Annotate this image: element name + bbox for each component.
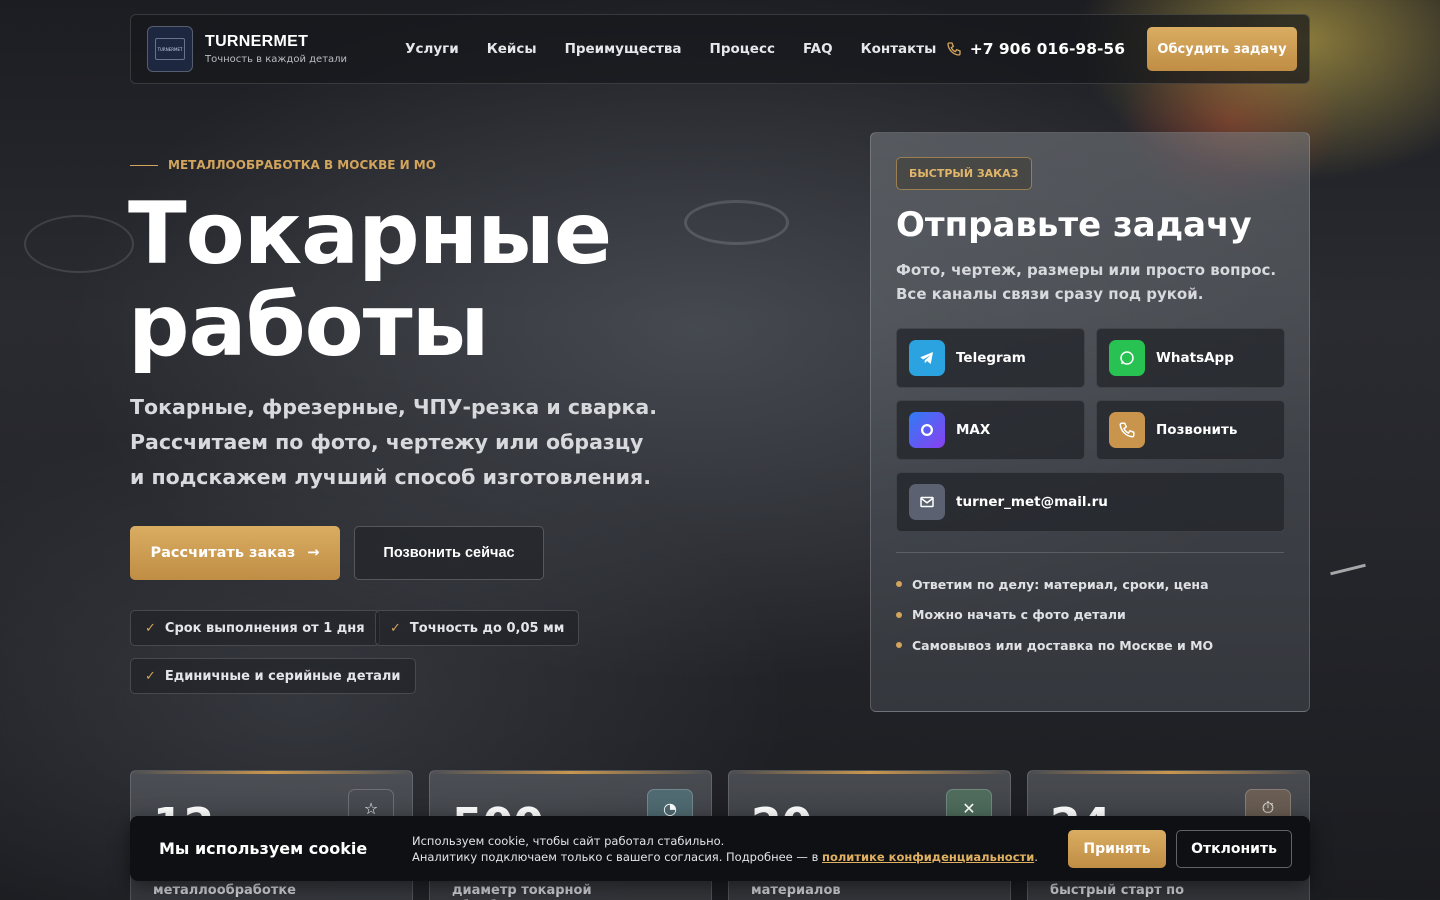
- call-now-button[interactable]: Позвонить сейчас: [354, 526, 544, 580]
- stat-label: металлообработке: [153, 883, 296, 898]
- cookie-text-line2-lead: Аналитику подключаем только с вашего сог…: [412, 849, 819, 864]
- nav-advantages[interactable]: Преимущества: [565, 41, 682, 57]
- eyebrow-text: МЕТАЛЛООБРАБОТКА В МОСКВЕ И МО: [168, 158, 436, 172]
- hero-title: Токарные работы: [128, 184, 612, 376]
- phone-number: +7 906 016-98-56: [969, 40, 1125, 58]
- cookie-text: Используем cookie, чтобы сайт работал ст…: [412, 833, 1052, 865]
- header-phone[interactable]: +7 906 016-98-56: [946, 40, 1125, 58]
- quick-order-card: БЫСТРЫЙ ЗАКАЗ Отправьте задачу Фото, чер…: [870, 132, 1310, 712]
- contact-label: Telegram: [956, 350, 1026, 366]
- email-address: turner_met@mail.ru: [956, 494, 1108, 510]
- background-ring: [24, 215, 134, 273]
- nav-process[interactable]: Процесс: [710, 41, 775, 57]
- stat-accent-line: [131, 771, 412, 774]
- phone-icon: [947, 42, 961, 56]
- arrow-right-icon: →: [307, 545, 320, 561]
- discuss-task-button[interactable]: Обсудить задачу: [1147, 27, 1297, 71]
- contact-grid: Telegram WhatsApp MAX Позвонить turner_m…: [896, 328, 1285, 532]
- mail-icon: [909, 484, 945, 520]
- chip-label: Единичные и серийные детали: [164, 668, 401, 684]
- bullet-dot: [896, 642, 902, 649]
- nav-faq[interactable]: FAQ: [803, 41, 833, 57]
- max-icon: [909, 412, 945, 448]
- decline-cookie-button[interactable]: Отклонить: [1176, 829, 1292, 868]
- quick-order-description: Фото, чертеж, размеры или просто вопрос.…: [896, 261, 1277, 303]
- check-icon: ✓: [145, 620, 156, 636]
- contact-telegram[interactable]: Telegram: [896, 328, 1085, 388]
- stat-accent-line: [430, 771, 711, 774]
- eyebrow-line: [130, 164, 158, 166]
- brand: TURNERMET Точность в каждой детали: [205, 33, 347, 65]
- bullet-text: Можно начать с фото детали: [912, 607, 1126, 623]
- feature-chip: ✓ Срок выполнения от 1 дня: [130, 610, 380, 646]
- feature-chip: ✓ Точность до 0,05 мм: [375, 610, 580, 646]
- contact-whatsapp[interactable]: WhatsApp: [1096, 328, 1285, 388]
- check-icon: ✓: [145, 668, 156, 684]
- logo[interactable]: TURNERMET: [147, 26, 193, 72]
- check-icon: ✓: [390, 620, 401, 636]
- card-divider: [896, 552, 1284, 553]
- bullet-text: Самовывоз или доставка по Москве и МО: [912, 637, 1214, 653]
- stat-label: быстрый старт по срочным задачам: [1050, 883, 1185, 900]
- phone-icon: [1109, 412, 1145, 448]
- contact-max[interactable]: MAX: [896, 400, 1085, 460]
- whatsapp-icon: [1109, 340, 1145, 376]
- list-item: Можно начать с фото детали: [896, 600, 1284, 631]
- calculate-order-label: Рассчитать заказ: [150, 545, 296, 561]
- logo-mark: TURNERMET: [155, 38, 185, 60]
- hero-subtitle: Токарные, фрезерные, ЧПУ-резка и сварка.…: [130, 395, 658, 489]
- contact-email[interactable]: turner_met@mail.ru: [896, 472, 1285, 532]
- telegram-icon: [909, 340, 945, 376]
- stat-label: диаметр токарной обработки: [452, 883, 592, 900]
- contact-label: Позвонить: [1156, 422, 1238, 438]
- hero-title-line1: Токарные: [128, 184, 612, 284]
- cookie-text-line1: Используем cookie, чтобы сайт работал ст…: [412, 833, 725, 848]
- nav-services[interactable]: Услуги: [405, 41, 459, 57]
- cookie-title: Мы используем cookie: [159, 839, 368, 858]
- list-item: Ответим по делу: материал, сроки, цена: [896, 569, 1284, 600]
- cookie-text-line2: Аналитику подключаем только с вашего сог…: [412, 849, 1038, 864]
- main-nav: Услуги Кейсы Преимущества Процесс FAQ Ко…: [405, 41, 936, 57]
- contact-call[interactable]: Позвонить: [1096, 400, 1285, 460]
- quick-order-bullets: Ответим по делу: материал, сроки, цена М…: [896, 569, 1284, 661]
- background-streak: [1330, 563, 1366, 576]
- contact-label: MAX: [956, 422, 991, 438]
- hero-title-line2: работы: [128, 276, 489, 376]
- calculate-order-button[interactable]: Рассчитать заказ →: [130, 526, 340, 580]
- bullet-dot: [896, 581, 902, 588]
- quick-order-title: Отправьте задачу: [896, 205, 1252, 245]
- cookie-banner: Мы используем cookie Используем cookie, …: [130, 816, 1310, 881]
- hero-eyebrow: МЕТАЛЛООБРАБОТКА В МОСКВЕ И МО: [130, 158, 436, 172]
- nav-cases[interactable]: Кейсы: [487, 41, 537, 57]
- accept-cookie-button[interactable]: Принять: [1068, 829, 1166, 868]
- quick-order-badge: БЫСТРЫЙ ЗАКАЗ: [896, 157, 1032, 190]
- bullet-text: Ответим по делу: материал, сроки, цена: [912, 576, 1209, 592]
- list-item: Самовывоз или доставка по Москве и МО: [896, 630, 1284, 661]
- bullet-dot: [896, 611, 902, 618]
- chip-label: Точность до 0,05 мм: [409, 620, 565, 636]
- nav-contacts[interactable]: Контакты: [861, 41, 937, 57]
- contact-label: WhatsApp: [1156, 350, 1234, 366]
- feature-chip: ✓ Единичные и серийные детали: [130, 658, 416, 694]
- stat-accent-line: [1028, 771, 1309, 774]
- brand-name: TURNERMET: [205, 33, 309, 50]
- stat-accent-line: [729, 771, 1010, 774]
- stat-label: материалов: [751, 883, 841, 898]
- background-ring: [684, 200, 789, 245]
- chip-label: Срок выполнения от 1 дня: [164, 620, 365, 636]
- privacy-policy-link[interactable]: политике конфиденциальности: [822, 850, 1034, 864]
- site-header: TURNERMET TURNERMET Точность в каждой де…: [130, 14, 1310, 84]
- brand-tagline: Точность в каждой детали: [205, 54, 348, 65]
